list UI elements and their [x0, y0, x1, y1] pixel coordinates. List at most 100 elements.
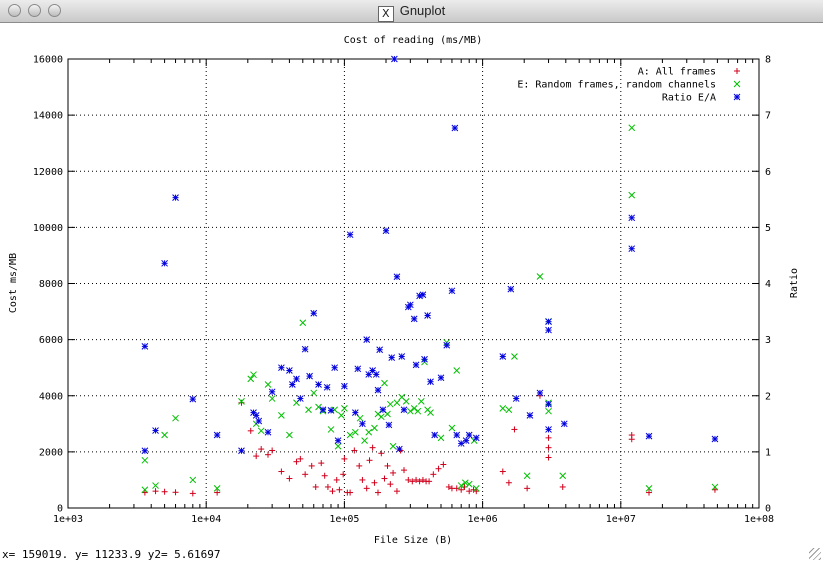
data-point — [351, 409, 359, 416]
data-point — [334, 437, 342, 445]
data-point — [361, 437, 368, 445]
y-tick-label: 0 — [57, 504, 63, 515]
data-point — [628, 214, 636, 222]
window-title: Gnuplot — [399, 3, 446, 18]
y2-tick-label: 3 — [765, 335, 771, 346]
x-tick-label: 1e+06 — [468, 514, 498, 525]
data-point — [386, 400, 394, 408]
data-point — [371, 479, 378, 486]
y-tick-label: 16000 — [33, 55, 63, 66]
data-point — [141, 456, 149, 464]
data-point — [560, 420, 568, 428]
data-point — [628, 245, 636, 253]
data-point — [381, 475, 388, 482]
data-point — [312, 483, 319, 490]
data-point — [451, 124, 459, 132]
data-point — [410, 405, 418, 412]
data-point — [306, 372, 313, 380]
y2-tick-label: 4 — [765, 279, 771, 290]
data-point — [406, 407, 414, 415]
status-readout: x= 159019. y= 11233.9 y2= 5.61697 — [2, 548, 221, 561]
window-title-area: X Gnuplot — [0, 3, 823, 22]
data-point — [524, 485, 531, 492]
data-point — [371, 424, 378, 432]
y2-tick-label: 2 — [765, 391, 771, 402]
data-point — [505, 479, 512, 486]
data-point — [412, 361, 420, 369]
data-point — [499, 353, 507, 360]
data-series — [141, 55, 719, 497]
data-point — [337, 412, 345, 419]
data-point — [363, 485, 370, 492]
data-point — [430, 471, 437, 478]
data-point — [252, 412, 260, 419]
data-point — [323, 383, 331, 391]
data-point — [545, 426, 552, 433]
data-point — [301, 345, 309, 353]
data-point — [421, 355, 428, 363]
data-point — [324, 483, 331, 490]
data-point — [453, 431, 461, 439]
data-point — [545, 326, 552, 334]
data-point — [299, 319, 307, 327]
legend-label: A: All frames — [638, 67, 716, 78]
data-point — [238, 447, 245, 455]
data-point — [388, 354, 396, 361]
data-point — [462, 437, 470, 445]
y-tick-label: 2000 — [39, 447, 63, 458]
data-point — [286, 367, 293, 374]
window-titlebar: X Gnuplot — [0, 0, 823, 23]
data-point — [302, 471, 309, 478]
data-point — [381, 379, 388, 387]
data-point — [523, 472, 531, 480]
data-point — [354, 365, 362, 373]
series-3 — [141, 55, 719, 455]
data-point — [393, 399, 401, 407]
y2-tick-label: 0 — [765, 504, 771, 515]
data-point — [286, 431, 293, 439]
data-point — [417, 398, 425, 405]
data-point — [389, 442, 397, 450]
data-point — [545, 444, 552, 451]
data-point — [628, 436, 635, 443]
data-point — [398, 353, 406, 360]
data-point — [402, 398, 410, 405]
series-1 — [141, 392, 718, 497]
data-point — [431, 431, 439, 439]
resize-grip[interactable] — [809, 548, 821, 560]
axis-ticks: 1e+03 1e+04 1e+05 1e+06 1e+07 1e+080200040006… — [33, 55, 774, 526]
x-tick-label: 1e+07 — [606, 514, 636, 525]
data-point — [376, 346, 384, 354]
data-point — [448, 287, 456, 295]
data-point — [365, 428, 373, 436]
data-point — [414, 407, 422, 415]
data-point — [253, 453, 260, 460]
data-point — [499, 468, 506, 475]
data-point — [334, 442, 342, 450]
data-point — [293, 458, 300, 465]
data-point — [351, 447, 358, 454]
data-point — [545, 454, 552, 461]
data-point — [545, 318, 552, 326]
plot-canvas[interactable]: 1e+03 1e+04 1e+05 1e+06 1e+07 1e+080200040006… — [0, 23, 823, 547]
data-point — [645, 432, 653, 440]
x-axis-label: File Size (B) — [374, 535, 452, 546]
legend-marker — [733, 80, 741, 88]
data-point — [161, 488, 168, 495]
data-point — [377, 413, 385, 421]
data-point — [505, 406, 513, 414]
data-point — [628, 124, 636, 132]
data-point — [374, 386, 382, 394]
data-point — [545, 400, 552, 408]
data-point — [318, 460, 325, 467]
data-point — [465, 431, 473, 439]
data-point — [359, 476, 366, 483]
chart-title: Cost of reading (ms/MB) — [344, 35, 482, 46]
data-point — [255, 417, 263, 425]
data-point — [453, 367, 461, 374]
y2-axis-label: Ratio — [789, 268, 800, 298]
data-point — [382, 227, 390, 235]
data-point — [711, 435, 719, 443]
data-point — [393, 488, 400, 495]
data-point — [293, 375, 300, 383]
